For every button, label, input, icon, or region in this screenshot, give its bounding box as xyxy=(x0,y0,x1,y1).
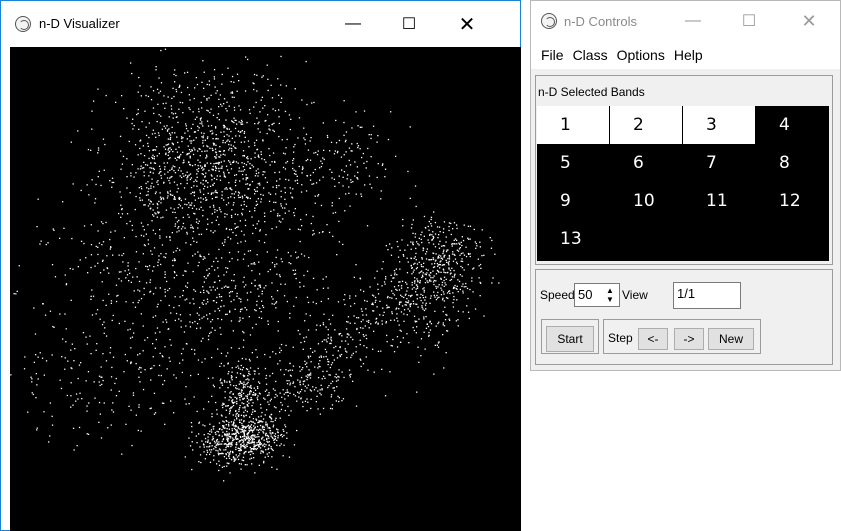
bands-label: n-D Selected Bands xyxy=(538,85,645,99)
step-back-button[interactable]: <- xyxy=(638,328,668,350)
band-4[interactable]: 4 xyxy=(756,106,829,144)
spin-up-icon[interactable]: ▲ xyxy=(606,286,614,295)
menubar: File Class Options Help xyxy=(531,41,840,69)
band-11[interactable]: 11 xyxy=(683,182,756,220)
band-1[interactable]: 1 xyxy=(537,106,610,144)
band-grid: 1 2 3 4 5 6 7 8 9 10 11 12 13 xyxy=(537,106,829,261)
maximize-icon[interactable]: ☐ xyxy=(387,9,431,39)
band-8[interactable]: 8 xyxy=(756,144,829,182)
window-title: n-D Visualizer xyxy=(39,16,120,31)
scatter-points xyxy=(10,48,500,482)
visualizer-window: n-D Visualizer — ☐ ✕ xyxy=(0,0,521,531)
start-button[interactable]: Start xyxy=(546,326,594,352)
band-9[interactable]: 9 xyxy=(537,182,610,220)
band-5[interactable]: 5 xyxy=(537,144,610,182)
step-forward-button[interactable]: -> xyxy=(674,328,704,350)
band-13[interactable]: 13 xyxy=(537,220,610,258)
band-10[interactable]: 10 xyxy=(610,182,683,220)
band-12[interactable]: 12 xyxy=(756,182,829,220)
band-7[interactable]: 7 xyxy=(683,144,756,182)
app-icon xyxy=(541,13,557,29)
maximize-icon[interactable]: ☐ xyxy=(727,6,771,36)
menu-class[interactable]: Class xyxy=(570,47,614,63)
window-title: n-D Controls xyxy=(564,14,637,29)
menu-options[interactable]: Options xyxy=(614,47,671,63)
close-icon[interactable]: ✕ xyxy=(787,6,831,36)
controls-titlebar[interactable]: n-D Controls — ☐ ✕ xyxy=(531,1,840,41)
scatter-canvas[interactable] xyxy=(10,47,521,531)
close-icon[interactable]: ✕ xyxy=(445,9,489,39)
menu-help[interactable]: Help xyxy=(671,47,709,63)
speed-label: Speed xyxy=(540,288,575,302)
menu-file[interactable]: File xyxy=(538,47,570,63)
step-label: Step xyxy=(608,331,633,345)
band-2[interactable]: 2 xyxy=(610,106,683,144)
minimize-icon[interactable]: — xyxy=(331,9,375,39)
band-3[interactable]: 3 xyxy=(683,106,756,144)
band-6[interactable]: 6 xyxy=(610,144,683,182)
minimize-icon[interactable]: — xyxy=(671,6,715,36)
spin-down-icon[interactable]: ▼ xyxy=(606,295,614,304)
new-button[interactable]: New xyxy=(708,328,754,350)
visualizer-titlebar[interactable]: n-D Visualizer — ☐ ✕ xyxy=(1,1,520,47)
view-field: 1/1 xyxy=(673,282,741,309)
speed-stepper[interactable]: ▲ ▼ xyxy=(603,284,617,306)
app-icon xyxy=(15,16,31,32)
view-label: View xyxy=(622,288,648,302)
